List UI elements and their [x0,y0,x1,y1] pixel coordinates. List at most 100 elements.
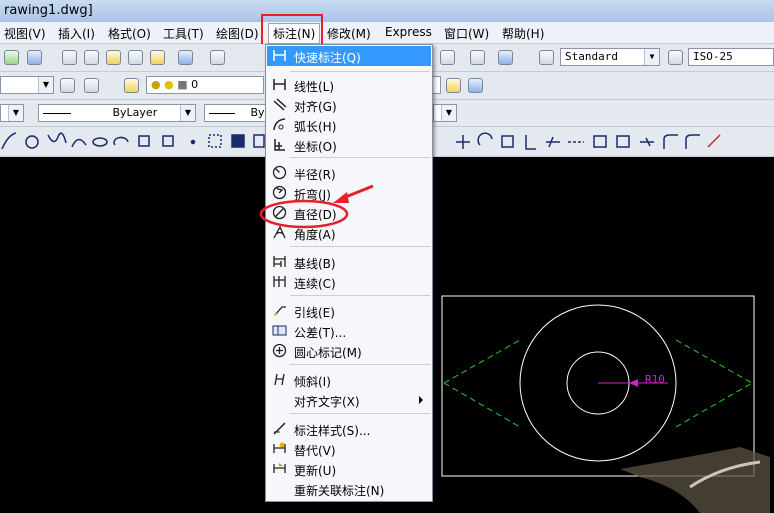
lightbulb-icon: ● [151,78,161,91]
menu-item-linear[interactable]: 线性(L) [267,75,431,95]
update-icon [273,463,286,473]
menu-item-baseline[interactable]: 基线(B) [267,252,431,272]
chevron-down-icon: ▼ [180,105,195,121]
chamfer-icon [663,134,678,149]
gradient-icon [231,134,245,148]
paste-icon[interactable] [106,50,121,65]
circle-icon [25,135,39,149]
ellipse-icon [92,137,108,147]
radius-icon [272,165,287,180]
redo-icon[interactable] [210,50,225,65]
join-icon [640,137,654,147]
aligned-dimension-icon [273,98,287,111]
workspace-save-icon[interactable] [84,78,99,93]
menu-separator [290,246,430,247]
dimension-menu: 快速标注(Q) 线性(L) 对齐(G) 弧长(H) 坐标(O) 半径(R) 折弯… [265,44,433,502]
menu-insert[interactable]: 插入(I) [58,25,95,42]
menu-item-leader[interactable]: 引线(E) [267,301,431,321]
menu-item-align-text[interactable]: 对齐文字(X) [267,390,431,410]
menu-help[interactable]: 帮助(H) [502,25,544,42]
menu-item-oblique[interactable]: 倾斜(I) [267,370,431,390]
layer-states-icon[interactable] [468,78,483,93]
tolerance-icon [272,325,287,336]
menu-view[interactable]: 视图(V) [4,25,46,42]
publish-icon[interactable] [27,50,42,65]
decorative-graphic [620,447,770,513]
chevron-down-icon: ▼ [644,49,659,65]
insert-block-icon [138,135,150,147]
line-sample-icon [43,112,71,114]
workspace-select[interactable]: ▼ [0,76,54,94]
submenu-arrow-icon [419,396,423,404]
quick-dimension-icon [273,50,286,61]
oblique-icon [274,373,285,386]
spline-icon [71,138,87,148]
dimension-style-select[interactable]: ISO-25 [688,48,774,66]
text-style-select[interactable]: Standard ▼ [560,48,660,66]
move-icon [456,135,470,149]
lineweight-select[interactable]: ByL [204,104,266,122]
line-sample-icon [209,112,235,114]
copy-icon[interactable] [84,50,99,65]
menu-separator [290,295,430,296]
layer-previous-icon[interactable] [446,78,461,93]
menu-item-update[interactable]: 更新(U) [267,459,431,479]
trim-icon [546,136,560,148]
menu-modify[interactable]: 修改(M) [327,25,371,42]
menu-window[interactable]: 窗口(W) [444,25,489,42]
tangent-line-ur [675,339,753,384]
linetype-value: ByLayer [112,106,158,119]
menu-express[interactable]: Express [385,25,432,39]
menu-item-arc-length[interactable]: 弧长(H) [267,115,431,135]
layer-value: 0 [191,78,199,91]
layer-select-arrow[interactable] [433,76,441,94]
arc-icon [1,132,17,150]
cut-icon[interactable] [62,50,77,65]
brush-icon[interactable] [150,50,165,65]
stretch-icon [525,135,536,150]
chevron-down-icon: ▼ [441,105,456,121]
chevron-down-icon: ▼ [8,105,23,121]
menu-separator [290,157,430,158]
dimension-style-icon [668,50,683,65]
annotation-overlay [259,184,374,229]
menu-format[interactable]: 格式(O) [108,25,151,42]
plotstyle-select[interactable]: ▼ [433,104,457,122]
menu-item-reassociate[interactable]: 重新关联标注(N) [267,479,431,499]
title-bar: rawing1.dwg] [0,0,774,23]
menu-draw[interactable]: 绘图(D) [216,25,259,42]
undo-icon[interactable] [178,50,193,65]
menu-item-center-mark[interactable]: 圆心标记(M) [267,341,431,361]
layer-select[interactable]: ● ● ■ 0 [146,76,264,94]
menu-item-tolerance[interactable]: 公差(T)... [267,321,431,341]
menu-separator [290,413,430,414]
sun-icon: ● [164,78,174,91]
explode-icon [707,134,721,148]
settings-icon[interactable] [60,78,75,93]
menu-item-aligned[interactable]: 对齐(G) [267,95,431,115]
menu-item-quick-dimension[interactable]: 快速标注(Q) [267,46,431,66]
override-icon [273,442,286,453]
menu-item-dim-style[interactable]: 标注样式(S)... [267,419,431,439]
menu-tools[interactable]: 工具(T) [163,25,204,42]
scale-icon [501,135,514,148]
properties-icon[interactable] [440,50,455,65]
text-style-value: Standard [565,50,618,63]
make-block-icon [162,135,174,147]
baseline-icon [273,256,286,267]
text-style-icon [539,50,554,65]
revcloud-icon [47,132,67,144]
layer-manager-icon[interactable] [124,78,139,93]
match-properties-icon[interactable] [128,50,143,65]
calculator-icon[interactable] [470,50,485,65]
menu-item-continue[interactable]: 连续(C) [267,272,431,292]
linetype-select[interactable]: ByLayer ▼ [38,104,196,122]
tangent-line-ll [443,382,521,428]
menu-item-ordinate[interactable]: 坐标(O) [267,135,431,155]
menu-bar: 视图(V) 插入(I) 格式(O) 工具(T) 绘图(D) 标注(N) 修改(M… [0,22,774,44]
menu-item-override[interactable]: 替代(V) [267,439,431,459]
annotation-arrow-head [333,192,349,203]
help-icon[interactable] [498,50,513,65]
color-select[interactable]: ▼ [0,104,24,122]
plot-icon[interactable] [4,50,19,65]
